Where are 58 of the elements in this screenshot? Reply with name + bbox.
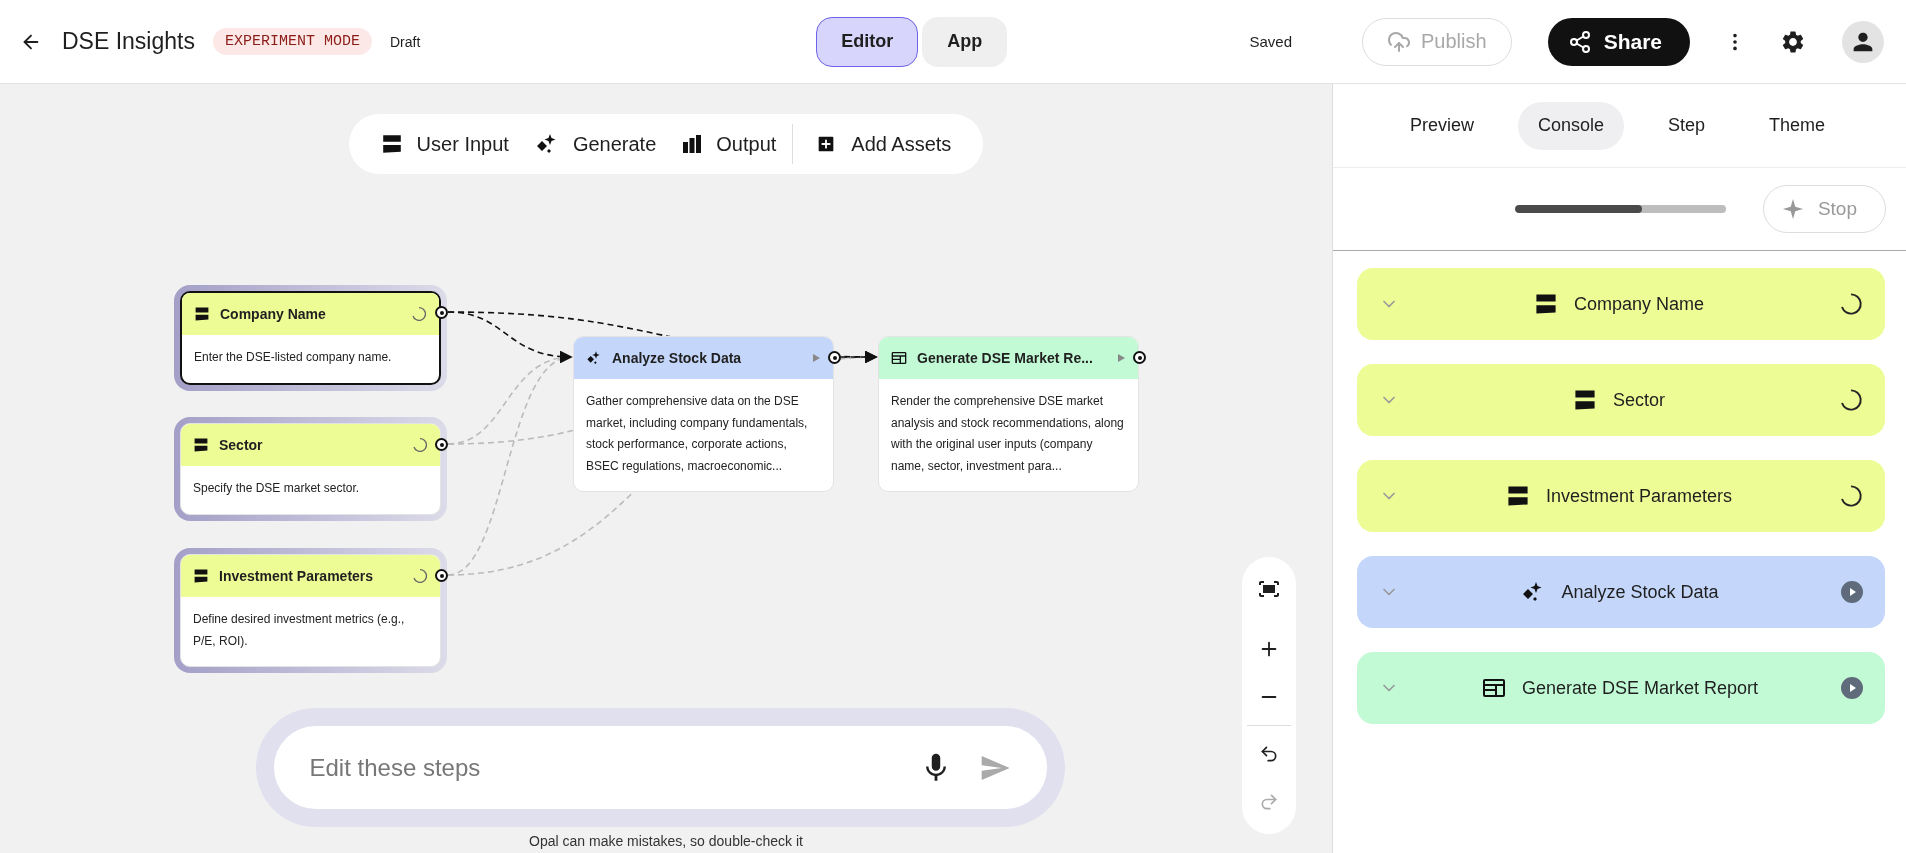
node-title: Generate DSE Market Re... — [917, 350, 1094, 366]
mode-tab[interactable]: App — [922, 16, 1008, 67]
panel-tab[interactable]: Console — [1517, 101, 1624, 150]
share-button[interactable]: Share — [1547, 17, 1690, 66]
panel-tab[interactable]: Step — [1648, 101, 1726, 150]
share-icon — [1567, 29, 1592, 54]
step-node[interactable]: Company Name Enter the DSE-listed company name. — [180, 291, 441, 385]
step-title: Sector — [1613, 389, 1665, 411]
stacked-bars-icon — [1573, 388, 1597, 412]
play-icon[interactable] — [1841, 677, 1863, 699]
node-title: Company Name — [220, 306, 327, 322]
stacked-bars-icon — [380, 133, 403, 155]
toolbar-item[interactable]: Generate — [524, 124, 667, 164]
stacked-bars-icon — [194, 306, 210, 322]
disclaimer-text: Opal can make mistakes, so double-check it — [529, 833, 803, 849]
play-icon[interactable] — [1116, 353, 1126, 363]
prompt-field[interactable]: Edit these steps — [273, 726, 1047, 809]
stacked-bars-icon — [1505, 484, 1530, 508]
step-node[interactable]: Investment Parameters Define desired investment metrics (e.g., P/E, ROI). — [180, 554, 441, 667]
layout-icon — [1481, 676, 1506, 700]
stacked-bars-icon — [193, 568, 209, 584]
mode-badge: EXPERIMENT MODE — [212, 28, 372, 55]
node-description: Render the comprehensive DSE market analysis and stock recommendations, along with the original user inputs (company name, sector, investment para... — [890, 393, 1125, 475]
stacked-bars-icon — [193, 437, 209, 453]
console-step[interactable]: Analyze Stock Data — [1357, 556, 1885, 628]
console-step[interactable]: Sector — [1357, 364, 1885, 436]
toolbar-item[interactable]: User Input — [370, 124, 519, 164]
console-step[interactable]: Investment Parameters — [1357, 460, 1885, 532]
step-title: Analyze Stock Data — [1561, 581, 1719, 603]
toolbar-item[interactable]: Output — [672, 124, 787, 164]
layout-icon — [891, 350, 907, 366]
bar-chart-icon — [682, 134, 703, 154]
stacked-bars-icon — [1533, 292, 1558, 316]
step-node[interactable]: Analyze Stock Data Gather comprehensive data on the DSE market, including company fundamentals, stock performance, corporate actions, BSEC regulations, macroeconomic... — [573, 336, 834, 492]
panel-tab[interactable]: Theme — [1749, 101, 1846, 150]
app-title: DSE Insights — [62, 28, 195, 55]
save-status: Saved — [1249, 33, 1292, 50]
step-title: Investment Parameters — [1545, 485, 1733, 507]
node-description: Define desired investment metrics (e.g., P/E, ROI). — [192, 611, 406, 650]
node-description: Specify the DSE market sector. — [192, 480, 361, 497]
node-title: Investment Parameters — [219, 568, 375, 584]
step-title: Company Name — [1573, 293, 1705, 315]
node-description: Enter the DSE-listed company name. — [193, 349, 393, 366]
cloud-upload-icon — [1387, 29, 1411, 54]
mode-tab[interactable]: Editor — [816, 16, 919, 67]
step-title: Generate DSE Market Report — [1521, 677, 1759, 699]
step-node[interactable]: Generate DSE Market Re... Render the comprehensive DSE market analysis and stock recommendations, along with the original user inputs (company name, sector, investment para... — [878, 336, 1139, 492]
step-node[interactable]: Sector Specify the DSE market sector. — [180, 423, 441, 515]
draft-status: Draft — [390, 33, 421, 50]
node-description: Gather comprehensive data on the DSE market, including company fundamentals, stock performance, corporate actions, BSEC regulations, macroeconomic... — [585, 393, 809, 475]
avatar[interactable] — [1842, 20, 1884, 63]
console-step[interactable]: Company Name — [1357, 268, 1885, 340]
toolbar-item[interactable]: Add Assets — [792, 124, 962, 164]
panel-tab[interactable]: Preview — [1389, 101, 1494, 150]
play-icon[interactable] — [1841, 581, 1863, 603]
console-step[interactable]: Generate DSE Market Report — [1357, 652, 1885, 724]
node-title: Sector — [219, 437, 264, 453]
node-title: Analyze Stock Data — [612, 350, 743, 366]
